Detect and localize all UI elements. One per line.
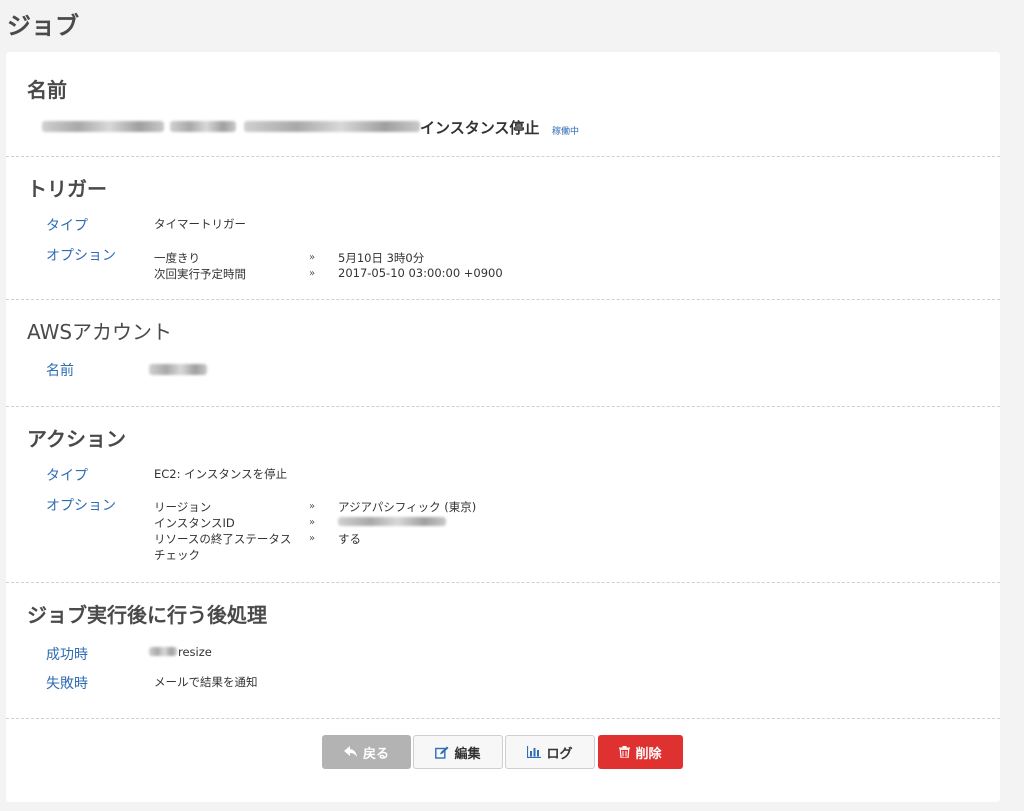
- redacted-success-prefix: [149, 647, 177, 656]
- action-option-name: インスタンスID: [154, 516, 235, 530]
- separator-icon: »: [309, 268, 316, 279]
- edit-icon: [435, 746, 449, 759]
- trigger-option-value: 5月10日 3時0分: [338, 251, 425, 265]
- back-button-label: 戻る: [362, 746, 389, 762]
- edit-button[interactable]: 編集: [413, 735, 503, 769]
- name-heading: 名前: [27, 78, 67, 102]
- aws-account-name-label: 名前: [46, 363, 74, 379]
- job-name: インスタンス停止: [420, 119, 540, 137]
- action-type-value: EC2: インスタンスを停止: [154, 467, 288, 481]
- action-heading: アクション: [27, 427, 126, 451]
- edit-button-label: 編集: [454, 746, 481, 762]
- log-button[interactable]: ログ: [505, 735, 595, 769]
- log-button-label: ログ: [546, 746, 573, 762]
- separator-icon: »: [309, 252, 316, 263]
- action-option-label: オプション: [46, 498, 116, 514]
- trigger-option-name: 次回実行予定時間: [154, 267, 246, 281]
- trigger-heading: トリガー: [27, 177, 107, 201]
- aws-account-section: AWSアカウント 名前: [6, 300, 1000, 407]
- trigger-type-label: タイプ: [46, 218, 88, 234]
- job-detail-card: 名前 インスタンス停止 稼働中 トリガー タイプ タイマートリガー オプション …: [6, 52, 1000, 802]
- trigger-option-name: 一度きり: [154, 251, 200, 265]
- redacted-job-name-part-2: [170, 121, 236, 132]
- name-section: 名前 インスタンス停止 稼働中: [6, 52, 1000, 157]
- redacted-job-name-part-1: [42, 121, 164, 132]
- action-type-label: タイプ: [46, 468, 88, 484]
- status-badge: 稼働中: [552, 127, 580, 137]
- redacted-instance-id: [338, 517, 446, 526]
- action-option-value: アジアパシフィック (東京): [338, 500, 477, 514]
- action-option-name: リソースの終了ステータス: [154, 532, 292, 546]
- action-option-name-cont: チェック: [154, 548, 200, 562]
- action-section: アクション タイプ EC2: インスタンスを停止 オプション リージョン » ア…: [6, 407, 1000, 583]
- trigger-type-value: タイマートリガー: [154, 217, 246, 231]
- page-title: ジョブ: [7, 12, 79, 40]
- redacted-account-name: [149, 364, 207, 375]
- back-button[interactable]: 戻る: [322, 735, 411, 769]
- reply-arrow-icon: [343, 746, 358, 758]
- bar-chart-icon: [527, 746, 542, 758]
- trigger-section: トリガー タイプ タイマートリガー オプション 一度きり » 5月10日 3時0…: [6, 157, 1000, 300]
- separator-icon: »: [309, 517, 316, 528]
- failure-label: 失敗時: [46, 676, 88, 692]
- trigger-option-label: オプション: [46, 248, 116, 264]
- action-option-value: する: [338, 532, 361, 546]
- post-process-heading: ジョブ実行後に行う後処理: [27, 603, 267, 627]
- success-value: resize: [178, 645, 212, 659]
- delete-button[interactable]: 削除: [598, 735, 683, 769]
- separator-icon: »: [309, 501, 316, 512]
- success-label: 成功時: [46, 647, 88, 663]
- trash-icon: [619, 746, 631, 758]
- action-option-name: リージョン: [154, 500, 212, 514]
- delete-button-label: 削除: [635, 746, 662, 762]
- redacted-job-name-part-3: [244, 121, 420, 132]
- separator-icon: »: [309, 533, 316, 544]
- aws-account-heading: AWSアカウント: [27, 320, 173, 344]
- failure-value: メールで結果を通知: [154, 675, 258, 689]
- post-process-section: ジョブ実行後に行う後処理 成功時 resize 失敗時 メールで結果を通知: [6, 583, 1000, 719]
- trigger-option-value: 2017-05-10 03:00:00 +0900: [338, 266, 503, 280]
